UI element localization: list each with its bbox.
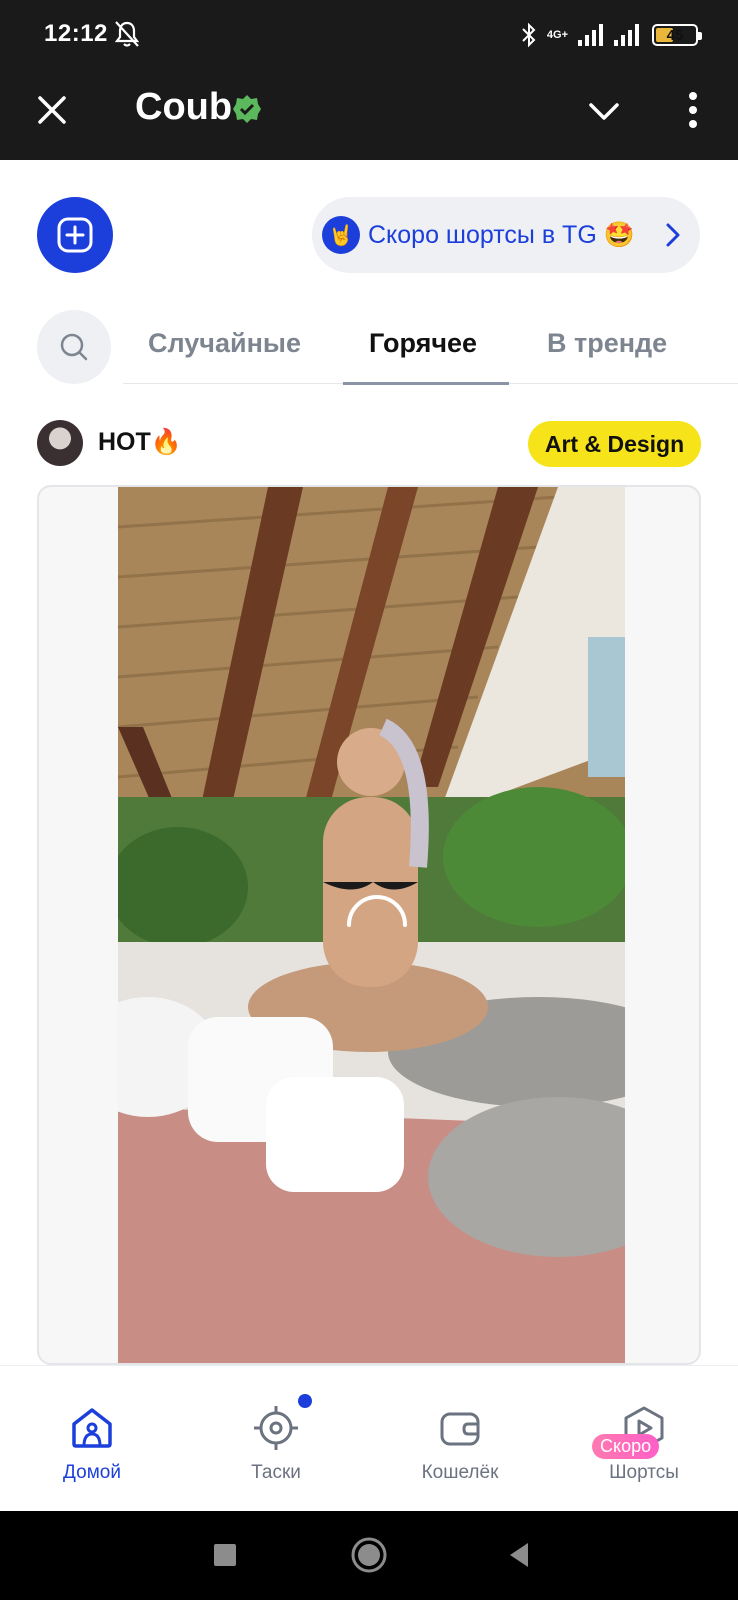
nav-tasks[interactable]: Таски	[184, 1366, 368, 1512]
system-navigation-bar	[0, 1511, 738, 1600]
app-header: Coub	[0, 68, 738, 160]
nav-shorts-label: Шортсы	[609, 1462, 679, 1483]
promo-text: Скоро шортсы в TG 🤩	[368, 220, 635, 249]
wallet-icon	[440, 1412, 480, 1446]
verified-icon	[233, 95, 261, 123]
tab-active-indicator	[343, 382, 509, 385]
target-icon	[254, 1406, 298, 1450]
status-bar: 12:12 4G+ 45	[0, 0, 738, 68]
chevron-right-icon	[666, 223, 680, 247]
search-icon	[60, 333, 88, 361]
bottom-navigation: Домой Таски Кошелёк Скоро Шортсы	[0, 1365, 738, 1511]
video-player[interactable]	[118, 487, 625, 1363]
category-tag[interactable]: Art & Design	[528, 421, 701, 467]
battery-percent: 45	[666, 26, 684, 44]
more-vertical-icon[interactable]	[680, 88, 706, 132]
create-button[interactable]	[37, 197, 113, 273]
home-circle-icon[interactable]	[349, 1535, 389, 1575]
signal-icon-2	[614, 24, 639, 46]
status-icons: 4G+ 45	[521, 20, 702, 50]
mute-icon	[114, 21, 140, 47]
home-icon	[72, 1408, 112, 1448]
nav-home[interactable]: Домой	[0, 1366, 184, 1512]
close-icon[interactable]	[34, 92, 70, 128]
chevron-down-icon[interactable]	[584, 92, 624, 132]
nav-wallet[interactable]: Кошелёк	[368, 1366, 552, 1512]
add-square-icon	[57, 217, 93, 253]
video-card[interactable]	[37, 485, 701, 1365]
back-icon[interactable]	[500, 1535, 540, 1575]
promo-banner[interactable]: 🤘 Скоро шортсы в TG 🤩	[312, 197, 700, 273]
nav-shorts[interactable]: Скоро Шортсы	[552, 1366, 736, 1512]
avatar[interactable]	[37, 420, 83, 466]
battery-icon: 45	[652, 24, 702, 46]
channel-name[interactable]: HOT🔥	[98, 428, 182, 457]
soon-badge: Скоро	[592, 1434, 660, 1459]
bluetooth-icon	[522, 22, 536, 48]
tab-trending[interactable]: В тренде	[547, 328, 667, 359]
signal-icon	[578, 24, 603, 46]
nav-wallet-label: Кошелёк	[421, 1462, 499, 1483]
tab-random[interactable]: Случайные	[148, 328, 301, 359]
page-title: Coub	[135, 86, 233, 128]
search-button[interactable]	[37, 310, 111, 384]
notification-dot	[298, 1394, 312, 1408]
tab-hot[interactable]: Горячее	[369, 328, 477, 359]
network-type: 4G+	[546, 28, 568, 41]
loading-spinner-icon	[347, 895, 407, 927]
feed-tabs: Случайные Горячее В тренде	[123, 310, 738, 385]
status-time: 12:12	[44, 20, 108, 47]
nav-home-label: Домой	[63, 1462, 121, 1483]
rock-hand-icon: 🤘	[322, 216, 360, 254]
recent-apps-icon[interactable]	[205, 1535, 245, 1575]
nav-tasks-label: Таски	[251, 1462, 301, 1483]
